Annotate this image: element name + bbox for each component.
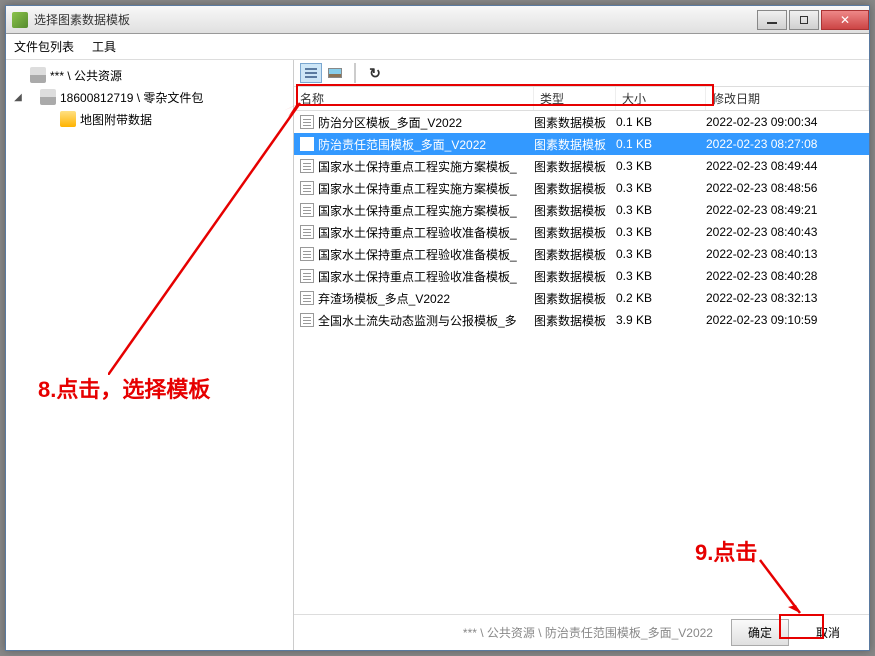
row-size: 0.3 KB	[616, 181, 706, 195]
file-icon	[300, 225, 314, 239]
row-size: 0.3 KB	[616, 269, 706, 283]
dialog-window: 选择图素数据模板 ✕ 文件包列表 工具 *** \ 公共资源 ◢ 1860081…	[5, 5, 870, 651]
list-header: 名称 类型 大小 修改日期	[294, 87, 869, 111]
row-date: 2022-02-23 08:49:21	[706, 203, 869, 217]
file-icon	[300, 269, 314, 283]
table-row[interactable]: 国家水土保持重点工程实施方案模板_图素数据模板0.3 KB2022-02-23 …	[294, 199, 869, 221]
row-size: 0.2 KB	[616, 291, 706, 305]
table-row[interactable]: 全国水土流失动态监测与公报模板_多图素数据模板3.9 KB2022-02-23 …	[294, 309, 869, 331]
table-row[interactable]: 防治责任范围模板_多面_V2022图素数据模板0.1 KB2022-02-23 …	[294, 133, 869, 155]
row-date: 2022-02-23 09:00:34	[706, 115, 869, 129]
row-name: 国家水土保持重点工程验收准备模板_	[318, 246, 534, 263]
drive-icon	[30, 67, 46, 83]
row-type: 图素数据模板	[534, 202, 616, 219]
file-list: 防治分区模板_多面_V2022图素数据模板0.1 KB2022-02-23 09…	[294, 111, 869, 614]
file-icon	[300, 159, 314, 173]
view-thumb-button[interactable]	[324, 63, 346, 83]
tree-node-2-label: 地图附带数据	[80, 111, 152, 128]
row-size: 0.3 KB	[616, 203, 706, 217]
tree-node-1[interactable]: ◢ 18600812719 \ 零杂文件包	[6, 86, 293, 108]
row-name: 弃渣场模板_多点_V2022	[318, 290, 534, 307]
file-icon	[300, 247, 314, 261]
close-button[interactable]: ✕	[821, 10, 869, 30]
row-name: 国家水土保持重点工程实施方案模板_	[318, 158, 534, 175]
row-type: 图素数据模板	[534, 312, 616, 329]
titlebar: 选择图素数据模板 ✕	[6, 6, 869, 34]
refresh-button[interactable]: ↻	[364, 63, 386, 83]
folder-icon	[60, 111, 76, 127]
app-icon	[12, 12, 28, 28]
row-type: 图素数据模板	[534, 290, 616, 307]
file-icon	[300, 203, 314, 217]
row-type: 图素数据模板	[534, 180, 616, 197]
row-name: 全国水土流失动态监测与公报模板_多	[318, 312, 534, 329]
row-date: 2022-02-23 08:40:13	[706, 247, 869, 261]
row-date: 2022-02-23 08:27:08	[706, 137, 869, 151]
file-icon	[300, 291, 314, 305]
row-type: 图素数据模板	[534, 224, 616, 241]
row-name: 国家水土保持重点工程验收准备模板_	[318, 224, 534, 241]
tree-node-2[interactable]: 地图附带数据	[6, 108, 293, 130]
file-icon	[300, 181, 314, 195]
row-date: 2022-02-23 08:48:56	[706, 181, 869, 195]
row-type: 图素数据模板	[534, 246, 616, 263]
col-name[interactable]: 名称	[294, 87, 534, 110]
row-type: 图素数据模板	[534, 268, 616, 285]
row-date: 2022-02-23 08:40:43	[706, 225, 869, 239]
row-size: 0.3 KB	[616, 225, 706, 239]
separator	[354, 63, 356, 83]
row-name: 防治责任范围模板_多面_V2022	[318, 136, 534, 153]
row-name: 国家水土保持重点工程实施方案模板_	[318, 180, 534, 197]
col-type[interactable]: 类型	[534, 87, 616, 110]
file-icon	[300, 115, 314, 129]
menubar: 文件包列表 工具	[6, 34, 869, 60]
row-size: 0.3 KB	[616, 159, 706, 173]
table-row[interactable]: 国家水土保持重点工程实施方案模板_图素数据模板0.3 KB2022-02-23 …	[294, 177, 869, 199]
row-size: 0.1 KB	[616, 115, 706, 129]
row-name: 国家水土保持重点工程验收准备模板_	[318, 268, 534, 285]
table-row[interactable]: 防治分区模板_多面_V2022图素数据模板0.1 KB2022-02-23 09…	[294, 111, 869, 133]
tree-root[interactable]: *** \ 公共资源	[6, 64, 293, 86]
file-icon	[300, 313, 314, 327]
minimize-button[interactable]	[757, 10, 787, 30]
tree-root-label: *** \ 公共资源	[50, 67, 122, 84]
table-row[interactable]: 国家水土保持重点工程验收准备模板_图素数据模板0.3 KB2022-02-23 …	[294, 265, 869, 287]
table-row[interactable]: 弃渣场模板_多点_V2022图素数据模板0.2 KB2022-02-23 08:…	[294, 287, 869, 309]
menu-tools[interactable]: 工具	[92, 38, 116, 55]
sidebar-tree: *** \ 公共资源 ◢ 18600812719 \ 零杂文件包 地图附带数据	[6, 60, 294, 650]
menu-filelist[interactable]: 文件包列表	[14, 38, 74, 55]
col-size[interactable]: 大小	[616, 87, 706, 110]
footer: *** \ 公共资源 \ 防治责任范围模板_多面_V2022 确定 取消	[294, 614, 869, 650]
row-type: 图素数据模板	[534, 136, 616, 153]
row-name: 防治分区模板_多面_V2022	[318, 114, 534, 131]
table-row[interactable]: 国家水土保持重点工程验收准备模板_图素数据模板0.3 KB2022-02-23 …	[294, 243, 869, 265]
drive-icon	[40, 89, 56, 105]
window-title: 选择图素数据模板	[34, 11, 755, 28]
row-type: 图素数据模板	[534, 158, 616, 175]
row-size: 0.1 KB	[616, 137, 706, 151]
row-name: 国家水土保持重点工程实施方案模板_	[318, 202, 534, 219]
maximize-button[interactable]	[789, 10, 819, 30]
ok-button[interactable]: 确定	[731, 619, 789, 646]
view-list-button[interactable]	[300, 63, 322, 83]
tree-node-1-label: 18600812719 \ 零杂文件包	[60, 89, 203, 106]
row-size: 3.9 KB	[616, 313, 706, 327]
row-type: 图素数据模板	[534, 114, 616, 131]
row-date: 2022-02-23 09:10:59	[706, 313, 869, 327]
collapse-icon[interactable]: ◢	[12, 92, 24, 103]
row-size: 0.3 KB	[616, 247, 706, 261]
col-date[interactable]: 修改日期	[706, 87, 869, 110]
row-date: 2022-02-23 08:40:28	[706, 269, 869, 283]
footer-path: *** \ 公共资源 \ 防治责任范围模板_多面_V2022	[463, 624, 713, 641]
table-row[interactable]: 国家水土保持重点工程实施方案模板_图素数据模板0.3 KB2022-02-23 …	[294, 155, 869, 177]
cancel-button[interactable]: 取消	[799, 619, 857, 646]
toolbar: ↻	[294, 60, 869, 87]
file-icon	[300, 137, 314, 151]
row-date: 2022-02-23 08:49:44	[706, 159, 869, 173]
table-row[interactable]: 国家水土保持重点工程验收准备模板_图素数据模板0.3 KB2022-02-23 …	[294, 221, 869, 243]
row-date: 2022-02-23 08:32:13	[706, 291, 869, 305]
